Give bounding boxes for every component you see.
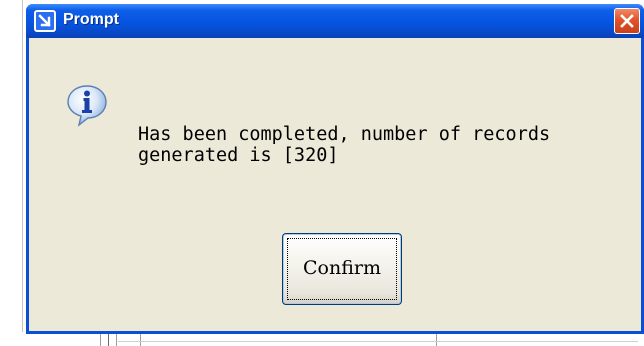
background-divider	[436, 333, 437, 346]
prompt-dialog: Prompt Has been completed, number of rec…	[26, 4, 644, 334]
background-divider	[140, 333, 141, 346]
background-divider	[108, 333, 109, 346]
dialog-title: Prompt	[63, 11, 119, 28]
information-icon	[65, 83, 109, 127]
background-divider	[116, 333, 117, 346]
dialog-body: Has been completed, number of records ge…	[29, 38, 641, 331]
dialog-message: Has been completed, number of records ge…	[138, 124, 551, 166]
close-button[interactable]	[614, 8, 640, 34]
confirm-button-label: Confirm	[303, 257, 381, 279]
close-icon	[620, 14, 634, 28]
background-window-bottom	[0, 332, 644, 346]
arrow-down-right-icon	[34, 10, 56, 32]
title-bar[interactable]: Prompt	[26, 4, 644, 38]
background-line	[118, 341, 638, 342]
background-window-edge	[0, 0, 26, 346]
confirm-button[interactable]: Confirm	[282, 233, 402, 305]
background-divider	[100, 333, 101, 346]
